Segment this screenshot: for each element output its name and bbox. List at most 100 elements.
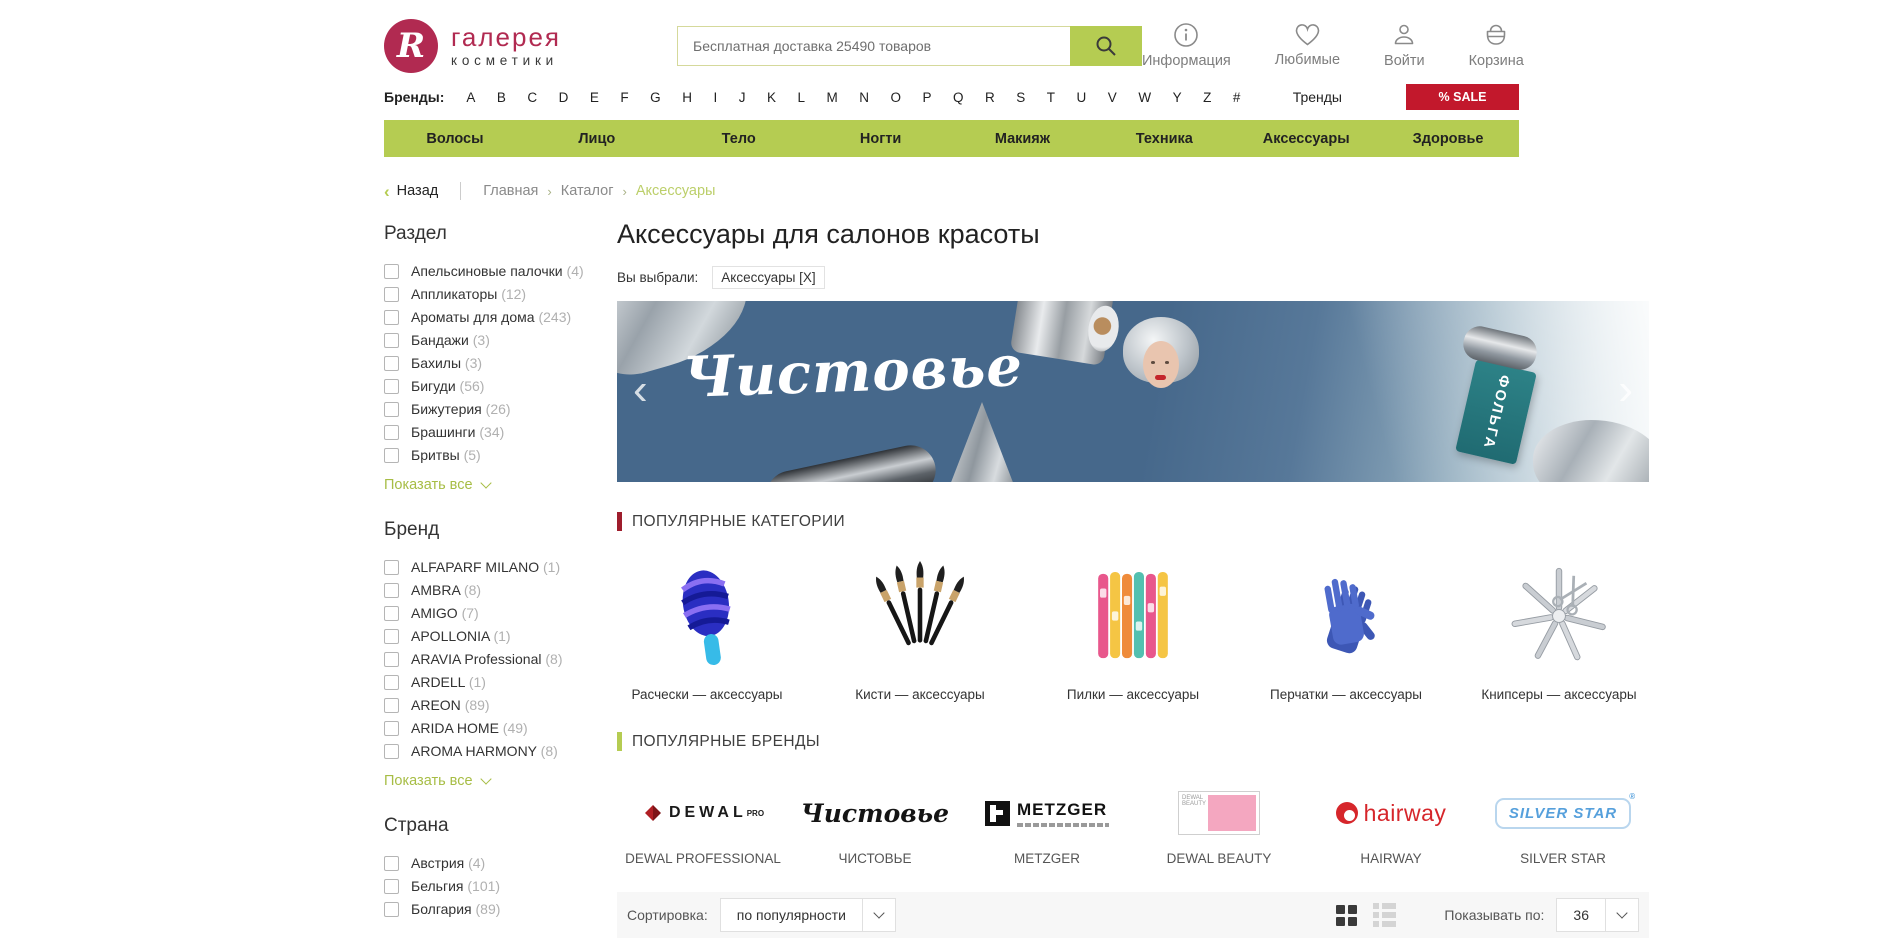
brand-letter[interactable]: J: [739, 90, 746, 105]
category-nippers[interactable]: Книпсеры — аксессуары: [1469, 557, 1649, 702]
brand-letter[interactable]: O: [890, 90, 901, 105]
selected-filter-chip[interactable]: Аксессуары [X]: [712, 266, 824, 289]
checkbox[interactable]: [384, 425, 399, 440]
breadcrumb-home[interactable]: Главная: [483, 183, 538, 199]
filter-row[interactable]: Брашинги (34): [384, 424, 584, 441]
checkbox[interactable]: [384, 652, 399, 667]
checkbox[interactable]: [384, 560, 399, 575]
brand-dewal-beauty[interactable]: DEWAL BEAUTY DEWAL BEAUTY: [1133, 787, 1305, 866]
checkbox[interactable]: [384, 744, 399, 759]
list-view-icon[interactable]: [1373, 903, 1396, 927]
favorites-action[interactable]: Любимые: [1275, 22, 1340, 68]
info-action[interactable]: Информация: [1142, 22, 1231, 69]
brand-letter[interactable]: W: [1138, 90, 1151, 105]
search-input[interactable]: [677, 26, 1070, 66]
filter-row[interactable]: Апельсиновые палочки (4): [384, 263, 584, 280]
checkbox[interactable]: [384, 402, 399, 417]
filter-row[interactable]: Бельгия (101): [384, 878, 584, 895]
checkbox[interactable]: [384, 356, 399, 371]
brand-silver-star[interactable]: SILVER STAR ® SILVER STAR: [1477, 787, 1649, 866]
trends-link[interactable]: Тренды: [1293, 89, 1342, 105]
brand-letter[interactable]: V: [1108, 90, 1117, 105]
grid-view-icon[interactable]: [1336, 905, 1357, 926]
filter-row[interactable]: ARIDA HOME (49): [384, 720, 584, 737]
nav-item[interactable]: Ногти: [810, 131, 952, 147]
brand-letter[interactable]: S: [1016, 90, 1025, 105]
logo[interactable]: R галерея косметики: [384, 19, 619, 73]
category-brushes[interactable]: Кисти — аксессуары: [830, 557, 1010, 702]
filter-row[interactable]: ALFAPARF MILANO (1): [384, 559, 584, 576]
nav-item[interactable]: Лицо: [526, 131, 668, 147]
brand-letter[interactable]: C: [527, 90, 537, 105]
checkbox[interactable]: [384, 675, 399, 690]
nav-item[interactable]: Макияж: [952, 131, 1094, 147]
checkbox[interactable]: [384, 264, 399, 279]
nav-item[interactable]: Аксессуары: [1235, 131, 1377, 147]
brand-hairway[interactable]: hairway HAIRWAY: [1305, 787, 1477, 866]
checkbox[interactable]: [384, 629, 399, 644]
brand-letter[interactable]: Z: [1203, 90, 1211, 105]
filter-row[interactable]: Бритвы (5): [384, 447, 584, 464]
checkbox[interactable]: [384, 698, 399, 713]
brand-letter[interactable]: R: [985, 90, 995, 105]
carousel-next-button[interactable]: ›: [1618, 367, 1633, 411]
filter-row[interactable]: Бижутерия (26): [384, 401, 584, 418]
category-gloves[interactable]: Перчатки — аксессуары: [1256, 557, 1436, 702]
checkbox[interactable]: [384, 879, 399, 894]
category-files[interactable]: Пилки — аксессуары: [1043, 557, 1223, 702]
promo-banner[interactable]: ФОЛЬГА Чистовье ‹ ›: [617, 301, 1649, 482]
filter-row[interactable]: ARDELL (1): [384, 674, 584, 691]
brand-letter[interactable]: G: [650, 90, 661, 105]
brand-letter[interactable]: A: [466, 90, 475, 105]
brand-letter[interactable]: K: [767, 90, 776, 105]
filter-row[interactable]: Австрия (4): [384, 855, 584, 872]
checkbox[interactable]: [384, 606, 399, 621]
filter-row[interactable]: AMIGO (7): [384, 605, 584, 622]
checkbox[interactable]: [384, 287, 399, 302]
filter-row[interactable]: AREON (89): [384, 697, 584, 714]
login-action[interactable]: Войти: [1384, 22, 1425, 69]
brand-letter[interactable]: E: [590, 90, 599, 105]
checkbox[interactable]: [384, 379, 399, 394]
brand-dewal-professional[interactable]: DEWALPRO DEWAL PROFESSIONAL: [617, 787, 789, 866]
brand-letter[interactable]: U: [1077, 90, 1087, 105]
brand-letter[interactable]: T: [1047, 90, 1055, 105]
filter-row[interactable]: Аппликаторы (12): [384, 286, 584, 303]
nav-item[interactable]: Здоровье: [1377, 131, 1519, 147]
checkbox[interactable]: [384, 721, 399, 736]
category-combs[interactable]: Расчески — аксессуары: [617, 557, 797, 702]
brand-letter[interactable]: Y: [1173, 90, 1182, 105]
brand-chistovie[interactable]: Чистовье ЧИСТОВЬЕ: [789, 787, 961, 866]
checkbox[interactable]: [384, 583, 399, 598]
checkbox[interactable]: [384, 333, 399, 348]
brand-letter[interactable]: I: [713, 90, 717, 105]
filter-row[interactable]: ARAVIA Professional (8): [384, 651, 584, 668]
brand-letter[interactable]: D: [559, 90, 569, 105]
brand-letter[interactable]: F: [620, 90, 628, 105]
filter-row[interactable]: Болгария (89): [384, 901, 584, 918]
brand-letter[interactable]: N: [859, 90, 869, 105]
sale-button[interactable]: % SALE: [1406, 84, 1519, 110]
filter-row[interactable]: Ароматы для дома (243): [384, 309, 584, 326]
brand-letter[interactable]: Q: [953, 90, 964, 105]
brand-letter[interactable]: H: [682, 90, 692, 105]
checkbox[interactable]: [384, 310, 399, 325]
brand-letter[interactable]: P: [923, 90, 932, 105]
filter-row[interactable]: AROMA HARMONY (8): [384, 743, 584, 760]
filter-row[interactable]: Бахилы (3): [384, 355, 584, 372]
brand-letter[interactable]: M: [826, 90, 837, 105]
brand-letter[interactable]: B: [497, 90, 506, 105]
nav-item[interactable]: Техника: [1093, 131, 1235, 147]
brand-metzger[interactable]: METZGER METZGER: [961, 787, 1133, 866]
show-all-link[interactable]: Показать все: [384, 477, 584, 493]
search-button[interactable]: [1070, 26, 1142, 66]
filter-row[interactable]: Бандажи (3): [384, 332, 584, 349]
back-link[interactable]: ‹ Назад: [384, 183, 438, 200]
nav-item[interactable]: Волосы: [384, 131, 526, 147]
cart-action[interactable]: Корзина: [1469, 22, 1524, 69]
carousel-prev-button[interactable]: ‹: [633, 367, 648, 411]
checkbox[interactable]: [384, 902, 399, 917]
checkbox[interactable]: [384, 448, 399, 463]
filter-row[interactable]: AMBRA (8): [384, 582, 584, 599]
filter-row[interactable]: Бигуди (56): [384, 378, 584, 395]
